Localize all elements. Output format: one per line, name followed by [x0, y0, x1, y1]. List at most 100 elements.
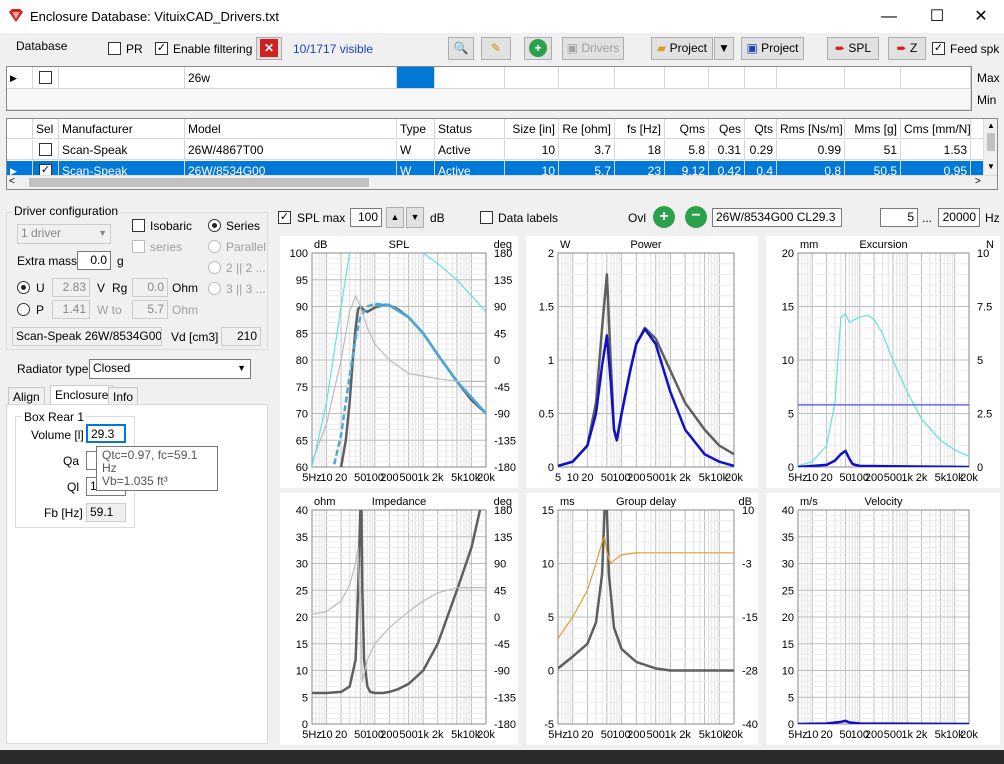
filter-cell[interactable] [559, 67, 615, 89]
maximize-button[interactable]: ☐ [914, 0, 960, 33]
column-header[interactable]: Qms [665, 119, 709, 139]
table-cell[interactable]: W [397, 140, 435, 160]
filter-cell[interactable] [615, 67, 665, 89]
chart-spl[interactable]: 100 95 90 85 80 75 70 65 60 180 135 90 45 0 -45 -90 -135… [280, 236, 518, 488]
filter-cell[interactable] [435, 67, 505, 89]
scroll-up-icon[interactable]: ▲ [987, 121, 995, 130]
column-header[interactable]: Manufacturer [59, 119, 185, 139]
filter-cell[interactable] [505, 67, 559, 89]
table-cell[interactable]: 0.29 [745, 140, 777, 160]
option-3x3-radio[interactable] [208, 282, 221, 295]
filter-min-row[interactable] [7, 89, 971, 110]
close-button[interactable]: ✕ [958, 0, 1004, 33]
table-cell[interactable]: 51 [845, 140, 901, 160]
send-spl-button[interactable]: ➨ SPL [827, 37, 879, 60]
search-button[interactable]: 🔍 [448, 37, 474, 60]
filter-sel-checkbox[interactable] [39, 71, 52, 84]
table-cell[interactable]: Active [435, 140, 505, 160]
vertical-scrollbar[interactable]: ▲ ▼ [983, 119, 997, 175]
column-header[interactable]: Mms [g] [845, 119, 901, 139]
spl-max-input[interactable]: 100 [350, 208, 382, 227]
send-z-button[interactable]: ➨ Z [888, 37, 926, 60]
table-cell[interactable]: 10 [505, 140, 559, 160]
overlay-name-input[interactable]: 26W/8534G00 CL29.3 [712, 208, 842, 227]
row-checkbox[interactable] [39, 143, 52, 156]
project-dropdown-button[interactable]: ▼ [714, 37, 734, 60]
remove-overlay-icon[interactable]: − [685, 206, 707, 228]
filter-cell[interactable] [777, 67, 845, 89]
chart-group-delay[interactable]: 15 10 5 0 -5 10 -3 -15 -28 -40 5Hz 10 20 50 100 200 500 1… [526, 493, 758, 745]
table-cell[interactable]: 1.53 [901, 140, 971, 160]
column-header[interactable]: fs [Hz] [615, 119, 665, 139]
series-checkbox[interactable] [132, 240, 145, 253]
freq-min-input[interactable]: 5 [880, 208, 918, 227]
data-labels-checkbox[interactable] [480, 211, 493, 224]
table-cell[interactable]: 0.31 [709, 140, 745, 160]
column-header[interactable]: Status [435, 119, 505, 139]
table-cell[interactable]: 0.99 [777, 140, 845, 160]
column-header[interactable]: Type [397, 119, 435, 139]
filter-cell[interactable] [901, 67, 971, 89]
column-header[interactable]: Rms [Ns/m] [777, 119, 845, 139]
add-overlay-icon[interactable]: + [653, 206, 675, 228]
save-project-button[interactable]: ▣ Project [741, 37, 804, 60]
scroll-thumb-vertical[interactable] [987, 133, 995, 151]
radiator-type-select[interactable]: Closed ▼ [89, 359, 251, 379]
isobaric-checkbox[interactable] [132, 219, 145, 232]
chart-excursion[interactable]: 20 15 10 5 0 10 7.5 5 2.5 0 5Hz 10 20 50 100 200 500 1k 2k… [766, 236, 1000, 488]
row-marker[interactable] [7, 140, 33, 160]
enable-filtering-checkbox[interactable]: ✓ [155, 42, 168, 55]
power-ohm-input[interactable]: 5.7 [132, 300, 168, 319]
chart-power[interactable]: 2 1.5 1 0.5 0 5 10 20 50 100 200 500 1k 2k 5k 10k 20k Pow… [526, 236, 758, 488]
spl-down-button[interactable]: ▼ [406, 207, 424, 228]
extra-mass-input[interactable]: 0.0 [77, 251, 111, 270]
filter-cell[interactable] [745, 67, 777, 89]
filter-cell[interactable] [709, 67, 745, 89]
column-header[interactable]: Qes [709, 119, 745, 139]
series-radio[interactable] [208, 219, 221, 232]
edit-button[interactable]: ✎ [481, 37, 511, 60]
power-input[interactable]: 1.41 [52, 300, 90, 319]
drivers-button[interactable]: ▣ Drivers [562, 37, 624, 60]
column-header[interactable]: Re [ohm] [559, 119, 615, 139]
filter-sel-cell[interactable] [33, 67, 59, 89]
feed-spk-checkbox[interactable]: ✓ [932, 42, 945, 55]
column-header[interactable]: Model [185, 119, 397, 139]
table-row-select[interactable] [33, 140, 59, 160]
add-button[interactable]: + [524, 37, 552, 60]
table-cell[interactable]: 3.7 [559, 140, 615, 160]
scroll-right-icon[interactable]: > [975, 176, 981, 187]
scroll-left-icon[interactable]: < [9, 176, 15, 187]
chart-velocity[interactable]: 40 35 30 25 20 15 10 5 0 5Hz 10 20 50 100 200 500 1k 2k 5k… [766, 493, 1000, 745]
table-cell[interactable]: 26W/4867T00 [185, 140, 397, 160]
column-header[interactable]: Sel [33, 119, 59, 139]
parallel-radio[interactable] [208, 240, 221, 253]
voltage-radio[interactable] [17, 281, 30, 294]
table-cell[interactable]: 18 [615, 140, 665, 160]
pr-checkbox[interactable] [108, 42, 121, 55]
open-project-button[interactable]: ▰ Project [651, 37, 713, 60]
minimize-button[interactable]: — [866, 0, 912, 33]
spl-up-button[interactable]: ▲ [386, 207, 404, 228]
scroll-down-icon[interactable]: ▼ [987, 162, 995, 171]
filter-manufacturer-cell[interactable] [59, 67, 185, 89]
filter-cell[interactable] [665, 67, 709, 89]
filter-type-cell[interactable] [397, 67, 435, 89]
horizontal-scrollbar[interactable]: < > [7, 175, 997, 189]
driver-count-select[interactable]: 1 driver ▼ [17, 224, 111, 244]
filter-model-cell[interactable]: 26w [185, 67, 397, 89]
column-header[interactable]: Qts [745, 119, 777, 139]
power-radio[interactable] [17, 303, 30, 316]
voltage-input[interactable]: 2.83 [52, 278, 90, 297]
spl-max-checkbox[interactable]: ✓ [278, 211, 291, 224]
rg-input[interactable]: 0.0 [132, 278, 168, 297]
chart-impedance[interactable]: 40 35 30 25 20 15 10 5 0 180 135 90 45 0 -45 -90 -135 -18… [280, 493, 518, 745]
filter-cell[interactable] [845, 67, 901, 89]
clear-filter-button[interactable]: ✕ [256, 37, 282, 60]
column-header[interactable]: Size [in] [505, 119, 559, 139]
table-cell[interactable]: 5.8 [665, 140, 709, 160]
option-2x2-radio[interactable] [208, 261, 221, 274]
column-header[interactable]: Cms [mm/N] [901, 119, 971, 139]
volume-input[interactable]: 29.3 [86, 424, 126, 443]
table-cell[interactable]: Scan-Speak [59, 140, 185, 160]
